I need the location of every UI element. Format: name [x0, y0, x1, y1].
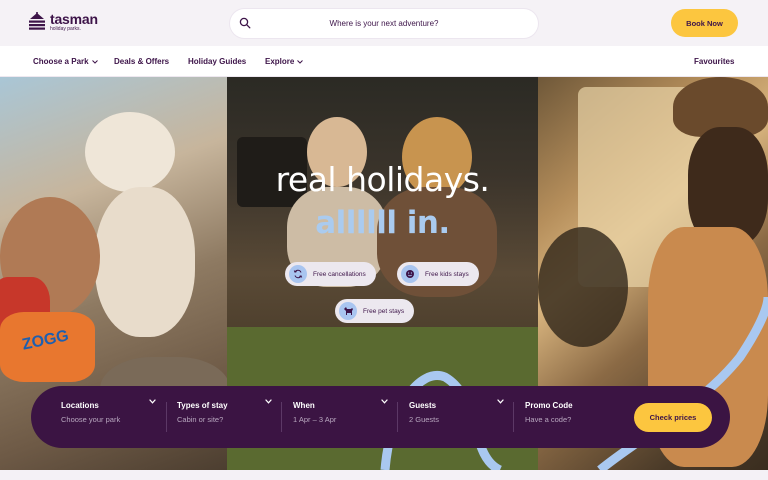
feature-free-cancellations: Free cancellations: [285, 262, 376, 286]
chevron-down-icon: [91, 59, 98, 64]
hero-subline: allllll in.: [315, 205, 450, 241]
site-header: tasman holiday parks. Where is your next…: [0, 0, 768, 46]
book-now-button[interactable]: Book Now: [671, 9, 738, 37]
field-value: Have a code?: [525, 415, 572, 424]
nav-item-explore[interactable]: Explore: [265, 57, 304, 66]
dog-icon: [339, 302, 357, 320]
field-value: Choose your park: [61, 415, 121, 424]
check-prices-button[interactable]: Check prices: [634, 403, 712, 432]
refresh-icon: [289, 265, 307, 283]
field-label: Locations: [61, 401, 99, 410]
favourites-link[interactable]: Favourites: [694, 57, 734, 66]
field-divider: [513, 402, 514, 432]
field-label: When: [293, 401, 315, 410]
booking-search-bar: Locations Choose your park Types of stay…: [31, 386, 730, 448]
nav-item-choose-a-park[interactable]: Choose a Park: [33, 57, 98, 66]
chevron-down-icon[interactable]: [149, 399, 156, 404]
nav-item-label: Deals & Offers: [114, 57, 170, 66]
nav-item-label: Holiday Guides: [188, 57, 247, 66]
field-label: Promo Code: [525, 401, 573, 410]
feature-label: Free cancellations: [313, 270, 366, 278]
feature-free-kids-stays: Free kids stays: [397, 262, 479, 286]
favourites-label: Favourites: [694, 57, 735, 66]
main-nav: Choose a Park Deals & Offers Holiday Gui…: [0, 46, 768, 77]
feature-label: Free pet stays: [363, 307, 405, 315]
hero-headline: real holidays.: [275, 160, 490, 199]
types-of-stay-field[interactable]: Types of stay Cabin or site?: [177, 401, 275, 433]
nav-item-label: Explore: [265, 57, 295, 66]
chevron-down-icon[interactable]: [265, 399, 272, 404]
promo-code-field[interactable]: Promo Code Have a code?: [525, 401, 625, 433]
field-label: Types of stay: [177, 401, 228, 410]
field-divider: [166, 402, 167, 432]
guests-field[interactable]: Guests 2 Guests: [409, 401, 507, 433]
field-divider: [397, 402, 398, 432]
smiley-icon: [401, 265, 419, 283]
when-field[interactable]: When 1 Apr – 3 Apr: [293, 401, 391, 433]
feature-label: Free kids stays: [425, 270, 469, 278]
search-placeholder: Where is your next adventure?: [329, 19, 439, 28]
chevron-down-icon[interactable]: [381, 399, 388, 404]
field-divider: [281, 402, 282, 432]
logo-tagline: holiday parks.: [50, 26, 81, 32]
search-bar[interactable]: Where is your next adventure?: [230, 9, 538, 38]
field-value: Cabin or site?: [177, 415, 224, 424]
locations-field[interactable]: Locations Choose your park: [61, 401, 159, 433]
tasman-logo[interactable]: tasman holiday parks.: [28, 12, 98, 32]
nav-item-label: Choose a Park: [33, 57, 89, 66]
nav-item-deals-offers[interactable]: Deals & Offers: [114, 57, 169, 66]
page-bottom-strip: [0, 470, 768, 480]
field-value: 2 Guests: [409, 415, 440, 424]
logo-name: tasman: [50, 11, 98, 27]
field-value: 1 Apr – 3 Apr: [293, 415, 337, 424]
search-icon: [239, 17, 251, 29]
tent-logo-icon: [29, 12, 45, 30]
chevron-down-icon[interactable]: [497, 399, 504, 404]
field-label: Guests: [409, 401, 437, 410]
feature-free-pet-stays: Free pet stays: [335, 299, 415, 323]
chevron-down-icon: [297, 59, 304, 64]
nav-item-holiday-guides[interactable]: Holiday Guides: [188, 57, 246, 66]
